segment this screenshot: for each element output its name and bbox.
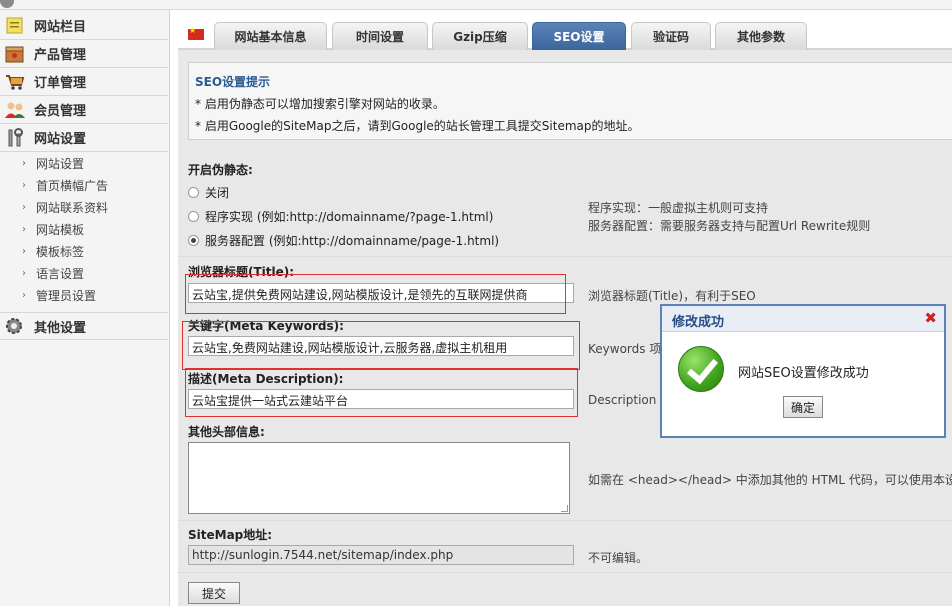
- sidebar-sub-label: 模板标签: [36, 244, 85, 259]
- dialog-title: 修改成功: [672, 315, 725, 330]
- tab-time-settings[interactable]: 时间设置: [332, 22, 428, 50]
- sidebar-item-label: 其他设置: [34, 320, 87, 336]
- note-icon: [4, 16, 26, 36]
- sidebar-sub-label: 语言设置: [36, 266, 85, 281]
- sidebar-item-label: 网站设置: [34, 132, 87, 147]
- sidebar-sub-item[interactable]: › 首页横幅广告: [0, 174, 168, 196]
- sidebar-item-label: 会员管理: [34, 104, 87, 119]
- tip-line: * 启用伪静态可以增加搜索引擎对网站的收录。: [195, 97, 445, 111]
- sidebar-item-label: 网站栏目: [34, 20, 87, 35]
- sidebar-sub-item[interactable]: › 网站模板: [0, 218, 168, 240]
- seo-tip-box: SEO设置提示 * 启用伪静态可以增加搜索引擎对网站的收录。 * 启用Googl…: [188, 62, 952, 140]
- sidebar-item-site-columns[interactable]: 网站栏目: [0, 12, 168, 40]
- chevron-right-icon: ›: [22, 267, 26, 279]
- description-note: Description: [588, 393, 657, 407]
- sitemap-input[interactable]: http://sunlogin.7544.net/sitemap/index.p…: [188, 545, 574, 565]
- title-note: 浏览器标题(Title)，有利于SEO: [588, 289, 756, 303]
- radio-label: 服务器配置 (例如:http://domainname/page-1.html): [205, 234, 500, 248]
- users-icon: [4, 100, 26, 120]
- sidebar-sub-item[interactable]: › 管理员设置: [0, 284, 168, 306]
- rewrite-option-program[interactable]: 程序实现 (例如:http://domainname/?page-1.html): [188, 208, 493, 225]
- tools-icon: [4, 127, 26, 148]
- radio-button[interactable]: [188, 187, 199, 198]
- ok-button[interactable]: 确定: [783, 396, 823, 418]
- sidebar-sub-item[interactable]: › 语言设置: [0, 262, 168, 284]
- dialog-message: 网站SEO设置修改成功: [738, 366, 869, 381]
- tab-seo[interactable]: SEO设置: [532, 22, 626, 50]
- chevron-right-icon: ›: [22, 157, 26, 169]
- sidebar-sub-item[interactable]: › 模板标签: [0, 240, 168, 262]
- head-info-textarea[interactable]: [188, 442, 570, 514]
- chevron-right-icon: ›: [22, 223, 26, 235]
- sidebar-sub-label: 网站设置: [36, 156, 85, 171]
- close-icon[interactable]: ✖: [924, 309, 937, 327]
- submit-button[interactable]: 提交: [188, 582, 240, 604]
- sidebar-sub-item[interactable]: › 网站设置: [0, 152, 168, 174]
- tip-line: * 启用Google的SiteMap之后，请到Google的站长管理工具提交Si…: [195, 119, 640, 133]
- keywords-note: Keywords 项: [588, 342, 662, 356]
- dialog-header: 修改成功 ✖: [662, 306, 944, 332]
- sidebar: 网站栏目 产品管理 订单管理 会员管理 网站设置 › 网站设置 › 首页横幅广告 ›…: [0, 10, 170, 606]
- sitemap-note: 不可编辑。: [588, 551, 649, 565]
- tab-captcha[interactable]: 验证码: [631, 22, 711, 50]
- sitemap-label: SiteMap地址:: [188, 528, 273, 542]
- rewrite-label: 开启伪静态:: [188, 163, 253, 177]
- success-dialog: 修改成功 ✖ 网站SEO设置修改成功 确定: [660, 304, 946, 438]
- rewrite-option-server[interactable]: 服务器配置 (例如:http://domainname/page-1.html): [188, 232, 499, 249]
- gear-icon: [4, 316, 26, 336]
- divider: [178, 256, 952, 257]
- head-info-note: 如需在 <head></head> 中添加其他的 HTML 代码，可以使用本设: [588, 473, 952, 487]
- tab-gzip[interactable]: Gzip压缩: [432, 22, 528, 50]
- avatar: [0, 0, 14, 8]
- chevron-right-icon: ›: [22, 179, 26, 191]
- tab-basic-info[interactable]: 网站基本信息: [214, 22, 327, 50]
- radio-label: 关闭: [205, 186, 230, 200]
- sidebar-sub-item[interactable]: › 网站联系资料: [0, 196, 168, 218]
- radio-label: 程序实现 (例如:http://domainname/?page-1.html): [205, 210, 494, 224]
- rewrite-note: 服务器配置：需要服务器支持与配置Url Rewrite规则: [588, 219, 871, 233]
- sidebar-item-orders[interactable]: 订单管理: [0, 68, 168, 96]
- divider: [178, 572, 952, 573]
- sidebar-item-members[interactable]: 会员管理: [0, 96, 168, 124]
- box-icon: [4, 44, 26, 64]
- sidebar-item-label: 订单管理: [34, 76, 87, 91]
- sidebar-sub-label: 网站模板: [36, 222, 85, 237]
- highlight-frame: [182, 321, 580, 370]
- china-flag-icon[interactable]: [188, 26, 204, 40]
- head-info-label: 其他头部信息:: [188, 425, 265, 439]
- tab-bar: 网站基本信息 时间设置 Gzip压缩 SEO设置 验证码 其他参数: [178, 10, 952, 50]
- radio-button[interactable]: [188, 211, 199, 222]
- divider: [178, 520, 952, 521]
- rewrite-option-off[interactable]: 关闭: [188, 184, 229, 201]
- chevron-right-icon: ›: [22, 245, 26, 257]
- sidebar-sub-label: 网站联系资料: [36, 200, 109, 215]
- highlight-frame: [185, 274, 566, 314]
- tip-title: SEO设置提示: [195, 75, 271, 89]
- chevron-right-icon: ›: [22, 289, 26, 301]
- radio-button[interactable]: [188, 235, 199, 246]
- tab-other-params[interactable]: 其他参数: [715, 22, 807, 50]
- sidebar-sub-label: 管理员设置: [36, 288, 97, 303]
- checkmark-icon: [678, 346, 724, 392]
- sidebar-item-label: 产品管理: [34, 48, 87, 63]
- sidebar-item-products[interactable]: 产品管理: [0, 40, 168, 68]
- highlight-frame: [185, 368, 578, 417]
- rewrite-note: 程序实现：一般虚拟主机则可支持: [588, 201, 769, 215]
- cart-icon: [4, 72, 26, 92]
- sidebar-sub-label: 首页横幅广告: [36, 178, 109, 193]
- sidebar-item-site-settings[interactable]: 网站设置: [0, 124, 168, 152]
- chevron-right-icon: ›: [22, 201, 26, 213]
- sidebar-item-other-settings[interactable]: 其他设置: [0, 312, 168, 340]
- top-strip: [0, 0, 952, 10]
